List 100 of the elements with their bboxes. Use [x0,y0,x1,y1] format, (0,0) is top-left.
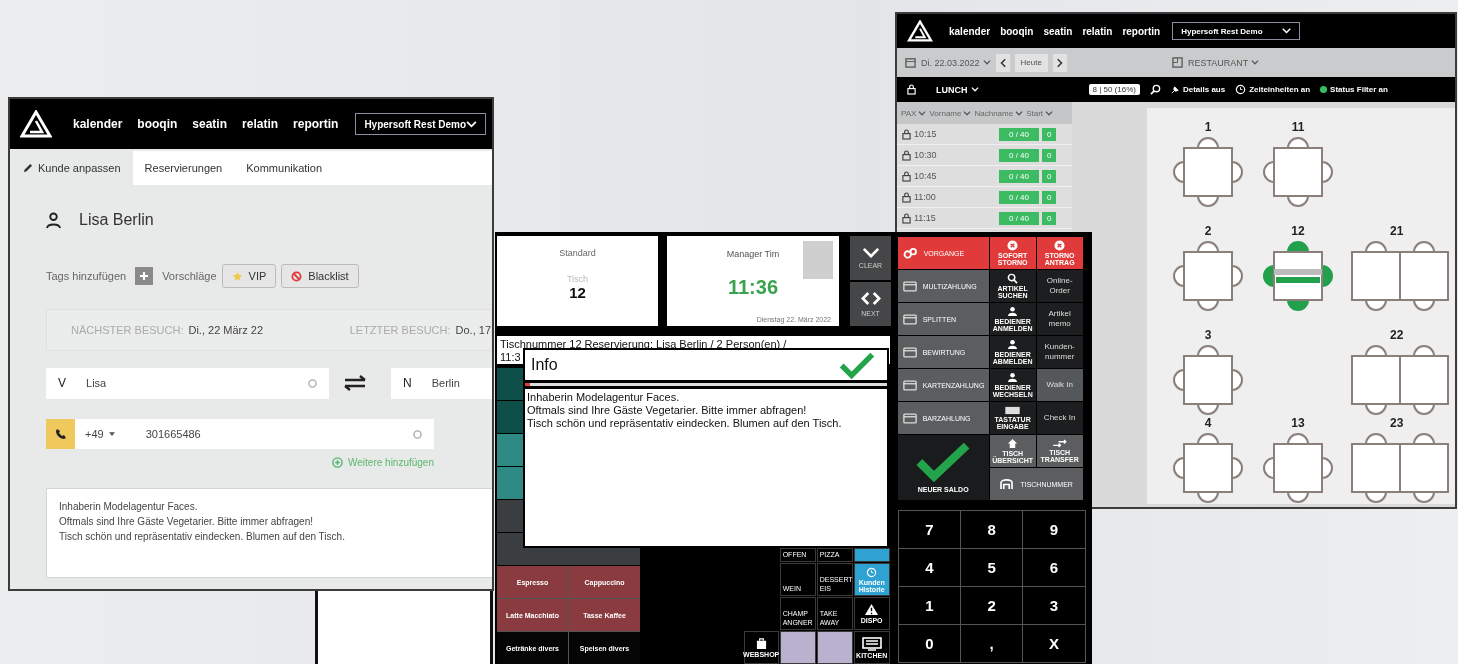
chevron-down-icon [982,60,991,65]
dining-table[interactable] [1172,240,1244,312]
notes-field[interactable]: Inhaberin Modelagentur Faces. Oftmals sind Ihre Gäste Vegetarier. Bitte immer abfragen! Tisch schön und repräsentativ eindecken. Blumen auf den Tisch. [46,488,492,578]
nav-link[interactable]: reportin [293,117,339,131]
visit-label: NÄCHSTER BESUCH: [71,324,184,336]
function-button[interactable]: Check In [1036,402,1083,434]
capacity-badge: 0 / 40 [999,211,1039,225]
dining-table[interactable] [1262,240,1334,312]
visit-date: Do., 17 [455,324,491,336]
lock-icon [902,212,911,224]
area-dropdown[interactable]: RESTAURANT [1187,57,1260,68]
venue-dropdown[interactable]: Hypersoft Rest Demo [355,113,487,135]
close-circle-icon [1007,240,1019,251]
keypad-key[interactable]: 5 [961,549,1023,586]
swap-icon[interactable] [343,375,367,391]
time-slot-row[interactable]: 11:15 0 / 40 0 [897,208,1072,229]
date-dropdown[interactable]: Di. 22.03.2022 [921,57,991,68]
shift-dropdown[interactable]: LUNCH [936,84,979,95]
nav-link[interactable]: reportin [1122,25,1161,37]
lock-icon [907,84,916,95]
count-badge: 0 [1042,169,1057,183]
keypad-key[interactable]: 4 [898,549,960,586]
category-button[interactable] [779,631,816,664]
chevron-left-icon [999,57,1006,68]
dining-table[interactable] [1262,432,1334,504]
keypad-key[interactable]: 8 [961,511,1023,548]
category-button[interactable] [853,548,890,562]
first-name-field[interactable]: V Lisa [46,367,329,399]
add-tag-button[interactable] [135,267,154,285]
nav-link[interactable]: booqin [1000,25,1034,37]
dining-table[interactable] [1348,344,1452,416]
keypad-key[interactable]: 3 [1023,587,1085,624]
clear-icon[interactable] [413,429,422,439]
lock-icon [902,191,911,203]
sort-button[interactable]: Nachname [974,108,1024,118]
nav-link[interactable]: seatin [1043,25,1073,37]
clock-time: 11:36 [727,276,779,299]
calendar-icon [905,57,916,68]
tag-chip[interactable]: Blacklist [281,264,359,288]
tab[interactable]: Kunde anpassen [10,151,133,185]
time-slot-row[interactable]: 11:00 0 / 40 0 [897,187,1072,208]
waiter-name: Manager Tim [726,249,780,259]
keypad-key[interactable]: 9 [1023,511,1085,548]
capacity-badge: 0 / 40 [999,127,1039,141]
table-number: 1 [1204,120,1212,136]
today-button[interactable]: Heute [1014,53,1048,72]
filter-toggle[interactable]: Status Filter an [1320,85,1388,94]
dining-table[interactable] [1172,432,1244,504]
nav-link[interactable]: kalender [73,117,123,131]
function-button[interactable]: Walk In [1036,369,1083,401]
card-icon [902,412,917,424]
sort-button[interactable]: Start [1026,108,1054,118]
warning-icon [864,603,880,616]
time-slot-row[interactable]: 10:30 0 / 40 0 [897,145,1072,166]
previous-button[interactable] [995,53,1010,72]
dining-table[interactable] [1172,136,1244,208]
plus-circle-icon [332,457,343,468]
keypad-key[interactable]: 2 [961,587,1023,624]
close-circle-icon [1054,240,1066,251]
nav-link[interactable]: booqin [137,117,178,131]
filter-toggle[interactable]: Details aus [1170,85,1226,94]
sort-button[interactable]: PAX [901,108,927,118]
nav-link[interactable]: kalender [949,25,991,37]
slot-time: 10:15 [914,129,938,139]
lock-icon [902,149,911,161]
sort-button[interactable]: Vorname [929,108,972,118]
function-button[interactable]: Kunden-nummer [1036,336,1083,368]
checkmark-icon[interactable] [839,351,875,379]
function-button[interactable]: Artikel memo [1036,303,1083,335]
venue-dropdown[interactable]: Hypersoft Rest Demo [1172,22,1301,40]
phone-button[interactable] [46,419,75,449]
dining-table[interactable] [1262,136,1334,208]
phone-icon [54,428,67,440]
time-slot-row[interactable]: 10:15 0 / 40 0 [897,124,1072,145]
dining-table[interactable] [1348,432,1452,504]
person-icon [1007,306,1019,317]
table-number: 11 [1291,120,1305,136]
keypad-key[interactable]: X [1023,625,1085,662]
clock-icon [866,566,878,578]
last-name-field[interactable]: N Berlin [391,367,492,399]
nav-link[interactable]: relatin [1082,25,1113,37]
search-icon[interactable] [1149,84,1161,95]
filter-toggle[interactable]: Zeiteinheiten an [1235,84,1311,95]
phone-field[interactable]: +49 301665486 [75,419,434,449]
tag-chip[interactable]: VIP [221,264,277,288]
keypad-key[interactable]: 6 [1023,549,1085,586]
person-icon [46,211,61,229]
keypad-key[interactable]: 1 [898,587,960,624]
next-button[interactable] [1052,53,1067,72]
dining-table[interactable] [1348,240,1452,312]
clear-icon[interactable] [308,378,317,388]
keypad-key[interactable]: , [961,625,1023,662]
keypad-key[interactable]: 0 [898,625,960,662]
category-button[interactable] [816,631,853,664]
keypad-key[interactable]: 7 [898,511,960,548]
nav-link[interactable]: relatin [242,117,279,131]
nav-link[interactable]: seatin [192,117,228,131]
dining-table[interactable] [1172,344,1244,416]
time-slot-row[interactable]: 10:45 0 / 40 0 [897,166,1072,187]
function-button[interactable]: Online-Order [1036,270,1083,302]
